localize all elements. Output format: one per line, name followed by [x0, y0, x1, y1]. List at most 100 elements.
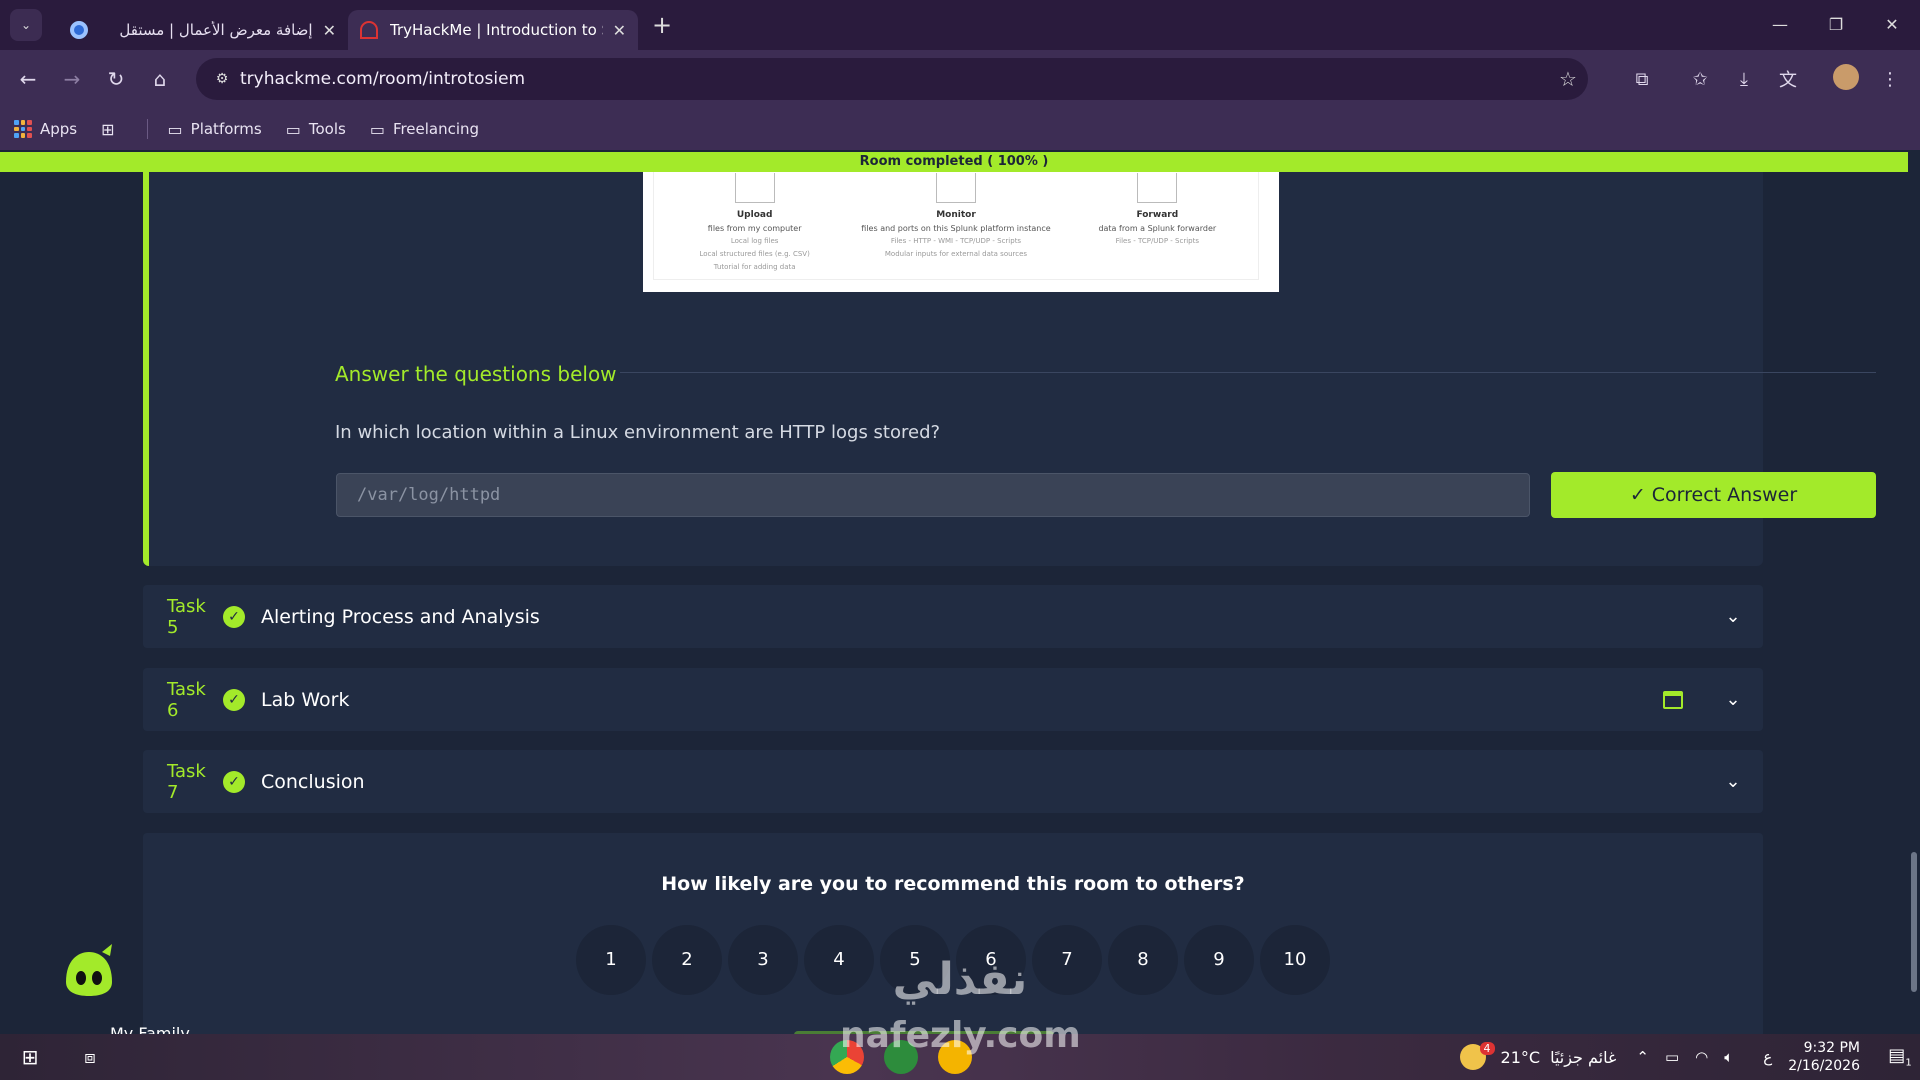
url-text[interactable]: tryhackme.com/room/introtosiem: [240, 69, 1548, 89]
option-line: Files - TCP/UDP - Scripts: [1115, 237, 1199, 245]
browser-tab-mostaql[interactable]: إضافة معرض الأعمال | مستقل ✕: [58, 10, 348, 50]
chevron-up-icon[interactable]: ⌃: [1636, 1048, 1649, 1066]
chevron-down-icon[interactable]: ⌄: [1703, 606, 1763, 627]
answer-input[interactable]: /var/log/httpd: [336, 473, 1530, 517]
tab-title: TryHackMe | Introduction to SIEM: [390, 21, 603, 39]
chevron-down-icon[interactable]: ⌄: [1703, 689, 1763, 710]
system-tray: 4 21°C غائم جزئيًا ⌃ ▭ ◠ 🔈︎ ع 9:32 PM 2/…: [1459, 1034, 1920, 1080]
close-icon[interactable]: ✕: [613, 21, 626, 40]
minimize-icon[interactable]: —: [1752, 0, 1808, 50]
bookmark-star-icon[interactable]: ☆: [1548, 67, 1588, 91]
mostaql-favicon-icon: [70, 21, 88, 39]
extensions-puzzle-icon[interactable]: ⧉: [1620, 69, 1664, 90]
weather-badge: 4: [1479, 1041, 1495, 1055]
restore-icon[interactable]: ❐: [1808, 0, 1864, 50]
page-scrollbar[interactable]: [1908, 152, 1920, 1034]
option-desc: files and ports on this Splunk platform …: [861, 224, 1051, 233]
task-6-card[interactable]: Task 6 ✓ Lab Work ⌄: [143, 668, 1763, 731]
rating-button-8[interactable]: 8: [1108, 925, 1178, 995]
bookmark-label: Platforms: [190, 120, 262, 138]
forward-arrow-icon[interactable]: →: [50, 67, 94, 91]
correct-answer-button[interactable]: ✓ Correct Answer: [1551, 472, 1876, 518]
browser-tab-tryhackme[interactable]: TryHackMe | Introduction to SIEM ✕: [348, 10, 638, 50]
scrollbar-thumb[interactable]: [1911, 852, 1917, 992]
new-tab-plus-icon[interactable]: +: [652, 11, 672, 39]
task-number: Task 5: [167, 595, 206, 638]
bookmark-apps[interactable]: Apps: [14, 120, 77, 138]
weather-description: غائم جزئيًا: [1550, 1047, 1617, 1067]
rating-question: How likely are you to recommend this roo…: [661, 873, 1245, 895]
bookmark-label: Apps: [40, 120, 78, 138]
tab-groups-button[interactable]: ⊞: [101, 120, 122, 139]
task-number: Task 7: [167, 760, 206, 803]
volume-icon[interactable]: 🔈︎: [1724, 1048, 1733, 1066]
rating-button-10[interactable]: 10: [1260, 925, 1330, 995]
check-circle-icon: ✓: [223, 688, 245, 711]
check-circle-icon: ✓: [223, 605, 245, 628]
reload-icon[interactable]: ↻: [94, 67, 138, 91]
site-settings-icon[interactable]: ⚙: [204, 71, 240, 87]
kebab-menu-icon[interactable]: ⋮: [1868, 69, 1912, 90]
task-title: Lab Work: [261, 688, 350, 711]
input-language[interactable]: ع: [1763, 1048, 1772, 1066]
wifi-icon[interactable]: ◠: [1695, 1048, 1708, 1066]
folder-icon: ▭: [167, 119, 183, 139]
rating-button-9[interactable]: 9: [1184, 925, 1254, 995]
tryhackme-favicon-icon: [360, 21, 378, 39]
windows-start-icon[interactable]: ⊞: [0, 1045, 60, 1069]
option-line: Modular inputs for external data sources: [884, 250, 1028, 258]
system-clock[interactable]: 9:32 PM 2/16/2026: [1788, 1039, 1860, 1075]
notification-count: 1: [1905, 1057, 1912, 1069]
option-line: Files - HTTP - WMI - TCP/UDP - Scripts: [890, 237, 1022, 245]
weather-widget[interactable]: 4 21°C غائم جزئيًا: [1459, 1041, 1617, 1070]
monitor-icon: [935, 173, 976, 203]
home-icon[interactable]: ⌂: [138, 67, 182, 91]
profile-avatar[interactable]: [1824, 63, 1868, 95]
bookmark-folder-platforms[interactable]: ▭ Platforms: [168, 120, 262, 139]
browser-tab-strip: ⌄ إضافة معرض الأعمال | مستقل ✕ TryHackMe…: [0, 0, 1920, 50]
tryhackme-assistant-icon[interactable]: [58, 942, 120, 998]
rating-button-2[interactable]: 2: [652, 925, 722, 995]
task-5-card[interactable]: Task 5 ✓ Alerting Process and Analysis ⌄: [143, 585, 1763, 648]
task-view-icon[interactable]: ⧈: [60, 1047, 120, 1068]
answer-questions-heading: Answer the questions below: [335, 362, 617, 386]
task-title: Alerting Process and Analysis: [261, 605, 540, 628]
grid-icon: ⊞: [101, 119, 115, 139]
bookmark-divider: [146, 119, 148, 139]
clock-time: 9:32 PM: [1803, 1040, 1860, 1056]
tab-search-button[interactable]: ⌄: [10, 9, 42, 41]
virtual-machine-icon: [1663, 690, 1683, 709]
translate-icon[interactable]: 文: [1766, 66, 1810, 92]
reading-list-star-icon[interactable]: ✩: [1678, 69, 1722, 90]
splunk-add-data-screenshot: Upload files from my computer Local log …: [643, 172, 1279, 292]
download-icon[interactable]: ⤓: [1722, 69, 1766, 90]
option-line: Local structured files (e.g. CSV): [699, 250, 810, 258]
watermark-arabic: نفذلي: [892, 954, 1028, 1005]
close-window-icon[interactable]: ✕: [1864, 0, 1920, 50]
option-desc: data from a Splunk forwarder: [1098, 224, 1217, 233]
bookmark-label: Tools: [308, 120, 346, 138]
folder-icon: ▭: [285, 119, 301, 139]
splunk-options: Upload files from my computer Local log …: [653, 172, 1259, 280]
splunk-monitor-option: Monitor files and ports on this Splunk p…: [861, 173, 1051, 279]
bookmark-folder-tools[interactable]: ▭ Tools: [286, 120, 346, 139]
chevron-down-icon[interactable]: ⌄: [1703, 771, 1763, 792]
upload-icon: [734, 173, 775, 203]
option-link: Tutorial for adding data: [713, 263, 796, 271]
notification-center-icon[interactable]: ▤1: [1880, 1045, 1920, 1069]
battery-icon[interactable]: ▭: [1665, 1048, 1679, 1066]
bookmarks-bar: Apps ⊞ ▭ Platforms ▭ Tools ▭ Freelancing: [0, 108, 1920, 150]
question-text: In which location within a Linux environ…: [335, 422, 941, 443]
task-4-content: Upload files from my computer Local log …: [143, 172, 1876, 566]
address-bar[interactable]: ⚙ tryhackme.com/room/introtosiem ☆: [196, 58, 1588, 100]
close-icon[interactable]: ✕: [323, 21, 336, 40]
bookmark-folder-freelancing[interactable]: ▭ Freelancing: [370, 120, 479, 139]
rating-button-1[interactable]: 1: [576, 925, 646, 995]
room-completed-banner: Room completed ( 100% ): [0, 152, 1908, 172]
heading-divider: [620, 372, 1876, 373]
back-arrow-icon[interactable]: ←: [6, 67, 50, 91]
rating-button-3[interactable]: 3: [728, 925, 798, 995]
apps-grid-icon: [14, 120, 32, 138]
task-7-card[interactable]: Task 7 ✓ Conclusion ⌄: [143, 750, 1763, 813]
bookmark-label: Freelancing: [392, 120, 480, 138]
